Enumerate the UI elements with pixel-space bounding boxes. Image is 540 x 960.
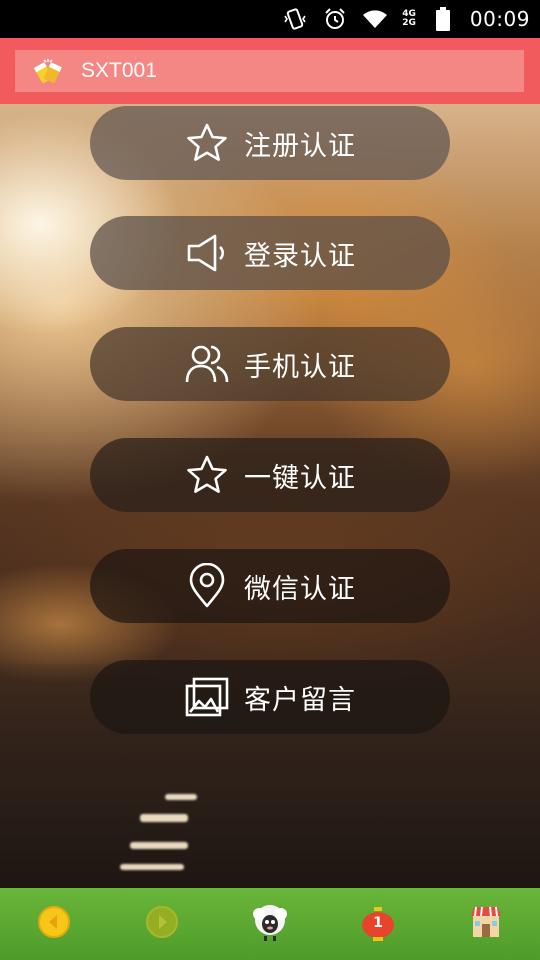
shop-icon	[468, 904, 504, 944]
header-bar: SXT001	[15, 50, 524, 92]
forward-arrow-icon	[145, 905, 179, 943]
star-icon	[184, 120, 230, 166]
speaker-icon	[184, 230, 230, 276]
background-image: 注册认证 登录认证 手机认证 一键认证 微信认证 客户留言	[0, 104, 540, 888]
bottom-navigation: 1	[0, 888, 540, 960]
vibrate-icon	[282, 6, 308, 32]
road-marking	[130, 842, 188, 849]
network-indicator: 4G 2G	[402, 10, 416, 28]
menu-item-customer-message[interactable]: 客户留言	[90, 660, 450, 734]
clock: 00:09	[469, 7, 530, 31]
lantern-badge: 1	[373, 915, 383, 931]
nav-lantern-button[interactable]: 1	[324, 888, 432, 960]
menu-item-label: 登录认证	[244, 240, 356, 272]
sheep-icon	[250, 902, 290, 946]
network-label-2g: 2G	[402, 18, 416, 28]
users-icon	[184, 341, 230, 387]
road-marking	[140, 814, 188, 822]
star-icon	[184, 452, 230, 498]
nav-forward-button[interactable]	[108, 888, 216, 960]
nav-shop-button[interactable]	[432, 888, 540, 960]
menu-item-label: 手机认证	[244, 351, 356, 383]
menu-item-register-auth[interactable]: 注册认证	[90, 106, 450, 180]
menu-item-login-auth[interactable]: 登录认证	[90, 216, 450, 290]
battery-icon	[430, 6, 456, 32]
location-pin-icon	[184, 563, 230, 609]
status-bar: 4G 2G 00:09	[0, 0, 540, 38]
menu-item-label: 一键认证	[244, 462, 356, 494]
gallery-icon	[184, 674, 230, 720]
app-header: SXT001	[0, 38, 540, 104]
road-marking	[120, 864, 184, 870]
nav-back-button[interactable]	[0, 888, 108, 960]
menu-item-label: 客户留言	[244, 684, 356, 716]
menu-item-label: 注册认证	[244, 130, 356, 162]
menu-item-wechat-auth[interactable]: 微信认证	[90, 549, 450, 623]
menu-item-label: 微信认证	[244, 573, 356, 605]
alarm-icon	[322, 6, 348, 32]
cheers-logo-icon	[31, 56, 65, 86]
back-arrow-icon	[37, 905, 71, 943]
menu-item-phone-auth[interactable]: 手机认证	[90, 327, 450, 401]
page-title: SXT001	[81, 59, 157, 82]
road-marking	[165, 794, 197, 800]
menu-item-onekey-auth[interactable]: 一键认证	[90, 438, 450, 512]
lantern-icon: 1	[360, 906, 396, 942]
nav-home-button[interactable]	[216, 888, 324, 960]
wifi-icon	[362, 6, 388, 32]
